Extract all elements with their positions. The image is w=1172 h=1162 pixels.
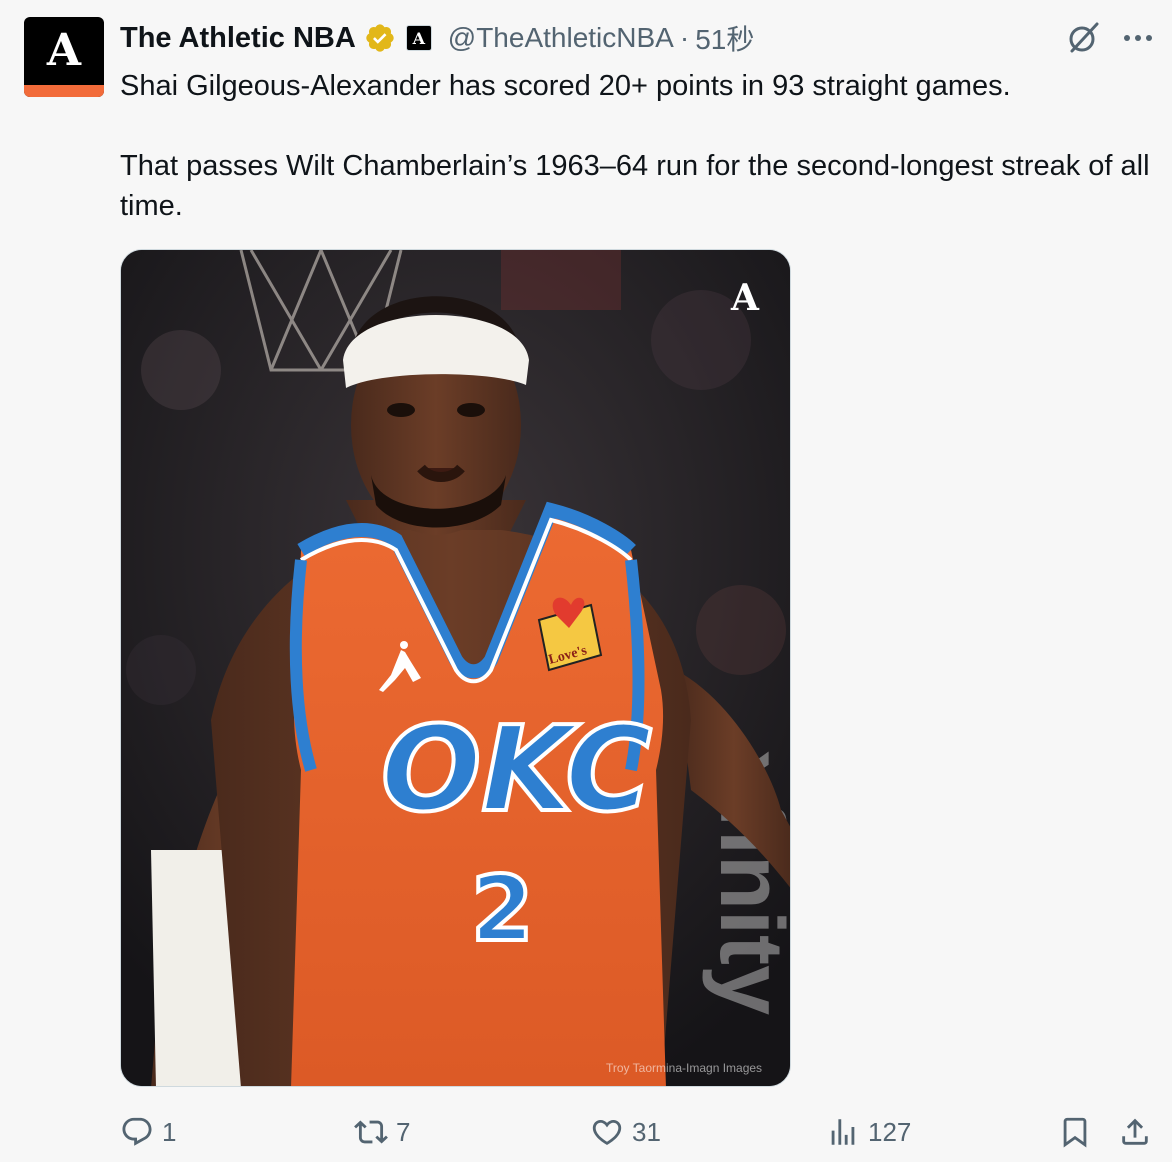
verified-badge-icon[interactable] xyxy=(364,22,396,54)
like-count: 31 xyxy=(632,1116,661,1147)
reply-count: 1 xyxy=(162,1116,177,1147)
like-button[interactable]: 31 xyxy=(590,1110,661,1154)
affiliate-badge-icon[interactable]: A xyxy=(405,25,432,51)
display-name[interactable]: The Athletic NBA xyxy=(120,22,356,55)
share-button[interactable] xyxy=(1118,1110,1152,1154)
watermark: A xyxy=(730,277,760,319)
reply-icon xyxy=(122,1117,152,1146)
reply-button[interactable]: 1 xyxy=(120,1110,176,1154)
bookmark-icon xyxy=(1063,1117,1087,1148)
repost-count: 7 xyxy=(396,1116,411,1147)
watermark-letter: A xyxy=(730,277,760,319)
separator-dot: · xyxy=(679,22,690,53)
tweet-text: Shai Gilgeous-Alexander has scored 20+ p… xyxy=(120,66,1160,226)
tweet-header: The Athletic NBA A @TheAthleticNBA · 51秒 xyxy=(120,18,1152,58)
views-count: 127 xyxy=(868,1116,912,1147)
more-icon[interactable] xyxy=(1120,22,1156,54)
heart-icon xyxy=(592,1119,622,1145)
jersey-number: 2 xyxy=(471,857,534,962)
bookmark-button[interactable] xyxy=(1058,1110,1092,1154)
timestamp[interactable]: 51秒 xyxy=(695,18,754,58)
views-button[interactable]: 127 xyxy=(826,1110,911,1154)
avatar[interactable]: A xyxy=(24,17,104,97)
user-handle[interactable]: @TheAthleticNBA xyxy=(448,22,674,54)
jersey-okc-text: OKC xyxy=(381,700,652,838)
share-icon xyxy=(1122,1118,1148,1145)
player-photo-illustration: xfinity OKC 2 Love's A Troy Taormina-Ima… xyxy=(121,250,790,1086)
avatar-accent-bar xyxy=(24,85,104,97)
views-icon xyxy=(831,1119,855,1145)
action-bar: 1 7 31 127 xyxy=(120,1110,1160,1154)
photo-credit: Troy Taormina-Imagn Images xyxy=(606,1061,762,1075)
tweet-text-line-2: That passes Wilt Chamberlain’s 1963–64 r… xyxy=(120,150,1150,222)
retweet-icon xyxy=(354,1120,388,1144)
tweet-photo[interactable]: xfinity OKC 2 Love's A Troy Taormina-Ima… xyxy=(120,249,791,1087)
repost-button[interactable]: 7 xyxy=(354,1110,410,1154)
tweet-text-line-1: Shai Gilgeous-Alexander has scored 20+ p… xyxy=(120,70,1011,102)
avatar-logo-letter: A xyxy=(46,25,82,76)
grok-icon[interactable] xyxy=(1066,20,1102,56)
